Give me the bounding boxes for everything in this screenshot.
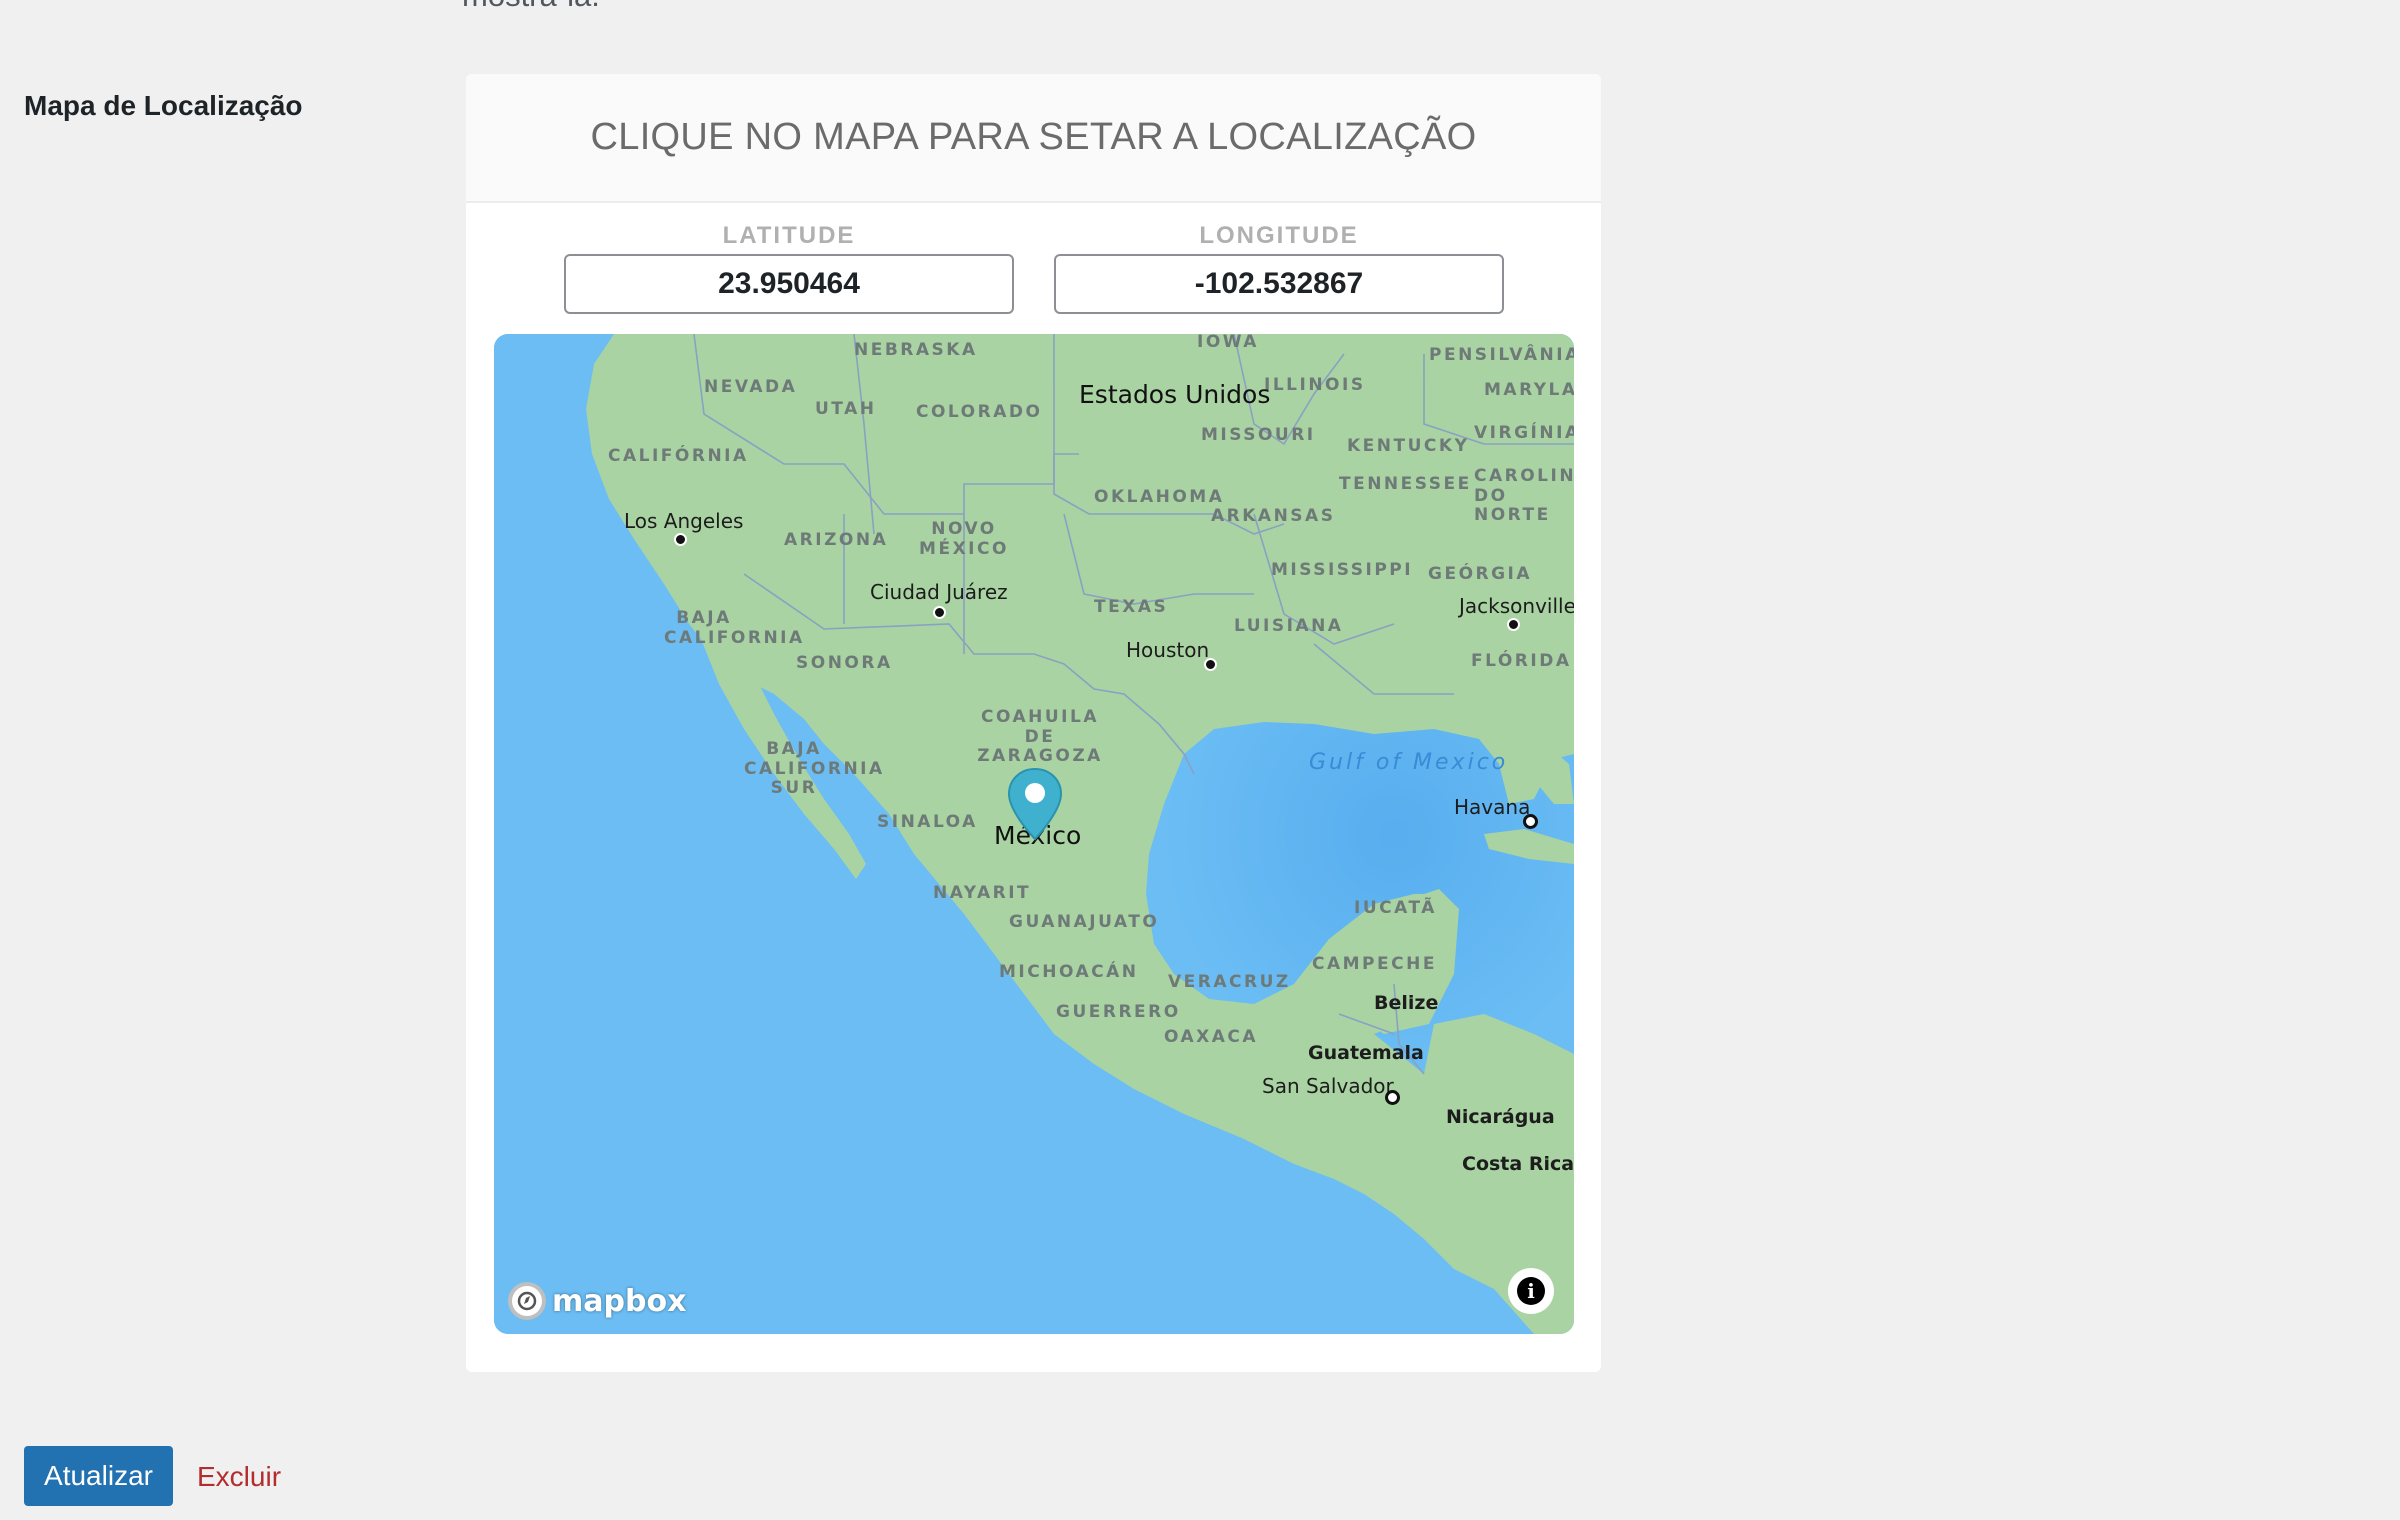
map-label: MARYLAND [1484, 380, 1574, 400]
map-label: CAMPECHE [1312, 954, 1437, 974]
map-label: ARIZONA [784, 530, 889, 550]
city-dot [1507, 618, 1520, 631]
map-label: KENTUCKY [1347, 436, 1470, 456]
longitude-input[interactable] [1054, 254, 1504, 314]
delete-link[interactable]: Excluir [197, 1461, 281, 1493]
map-label: LUISIANA [1234, 616, 1344, 636]
map-label: IOWA [1197, 334, 1259, 352]
map-label: BAJA CALIFORNIA SUR [744, 739, 885, 799]
map-label: COAHUILA DE ZARAGOZA [977, 707, 1103, 767]
latitude-label: LATITUDE [722, 222, 856, 249]
map-label: COLORADO [916, 402, 1043, 422]
map-city-label: Ciudad Juárez [870, 580, 1008, 604]
panel-title: CLIQUE NO MAPA PARA SETAR A LOCALIZAÇÃO [590, 116, 1477, 158]
map-label: VIRGÍNIA [1474, 423, 1574, 443]
map-label: NOVO MÉXICO [919, 519, 1009, 559]
map-label: CAROLINA DO NORTE [1474, 466, 1574, 526]
map-label: MISSOURI [1201, 425, 1316, 445]
map-label: NAYARIT [933, 883, 1032, 903]
location-map-label: Mapa de Localização [24, 90, 303, 121]
map-city-label: Houston [1126, 638, 1210, 662]
map-label: CALIFÓRNIA [608, 446, 749, 466]
longitude-label: LONGITUDE [1199, 222, 1359, 249]
city-dot [674, 533, 687, 546]
map-label: IUCATÃ [1354, 898, 1437, 918]
location-map[interactable]: NEBRASKA IOWA PENSILVÂNIA NEVADA UTAH CO… [494, 334, 1574, 1334]
map-label: SONORA [796, 653, 893, 673]
map-label: BAJA CALIFORNIA [664, 608, 805, 648]
map-label: ILLINOIS [1264, 375, 1366, 395]
map-country-label: Nicarágua [1446, 1106, 1555, 1128]
map-city-label: San Salvador [1262, 1074, 1394, 1098]
capital-dot [1523, 814, 1538, 829]
attribution-info-button[interactable]: i [1508, 1268, 1554, 1314]
mapbox-logo-icon [508, 1282, 546, 1320]
map-label: GEÓRGIA [1428, 564, 1533, 584]
mapbox-logo[interactable]: mapbox [508, 1282, 686, 1320]
panel-header: CLIQUE NO MAPA PARA SETAR A LOCALIZAÇÃO [466, 74, 1601, 203]
info-icon: i [1517, 1277, 1545, 1305]
map-label: OAXACA [1164, 1027, 1259, 1047]
map-sea-label: Gulf of Mexico [1309, 750, 1509, 775]
map-label: VERACRUZ [1168, 972, 1291, 992]
map-label: TEXAS [1094, 597, 1169, 617]
map-label: OKLAHOMA [1094, 487, 1225, 507]
map-country-label: Guatemala [1308, 1042, 1424, 1064]
map-label: UTAH [815, 399, 877, 419]
map-label: SINALOA [877, 812, 978, 832]
map-label: MISSISSIPPI [1271, 560, 1414, 580]
update-button[interactable]: Atualizar [24, 1446, 173, 1506]
map-city-label: Jacksonville [1459, 594, 1574, 618]
map-label: MICHOACÁN [999, 962, 1139, 982]
location-map-panel: CLIQUE NO MAPA PARA SETAR A LOCALIZAÇÃO … [466, 74, 1601, 1372]
map-label: NEBRASKA [854, 340, 978, 360]
map-label: GUANAJUATO [1009, 912, 1160, 932]
map-label: NEVADA [704, 377, 798, 397]
description-text-cutoff: mostrá-la. [462, 0, 600, 11]
city-dot [1204, 658, 1217, 671]
mapbox-logo-text: mapbox [552, 1283, 687, 1319]
capital-dot [1385, 1090, 1400, 1105]
map-country-label: Belize [1374, 992, 1439, 1014]
map-label: TENNESSEE [1339, 474, 1472, 494]
map-label: PENSILVÂNIA [1429, 345, 1574, 365]
map-label: GUERRERO [1056, 1002, 1181, 1022]
map-pin-icon[interactable] [1007, 767, 1063, 841]
map-country-label: Costa Rica [1462, 1153, 1574, 1175]
map-city-label: Havana [1454, 795, 1531, 819]
map-country-label: Estados Unidos [1079, 380, 1271, 409]
map-label: ARKANSAS [1211, 506, 1336, 526]
map-label: FLÓRIDA [1471, 651, 1572, 671]
map-city-label: Los Angeles [624, 509, 744, 533]
city-dot [933, 606, 946, 619]
latitude-input[interactable] [564, 254, 1014, 314]
